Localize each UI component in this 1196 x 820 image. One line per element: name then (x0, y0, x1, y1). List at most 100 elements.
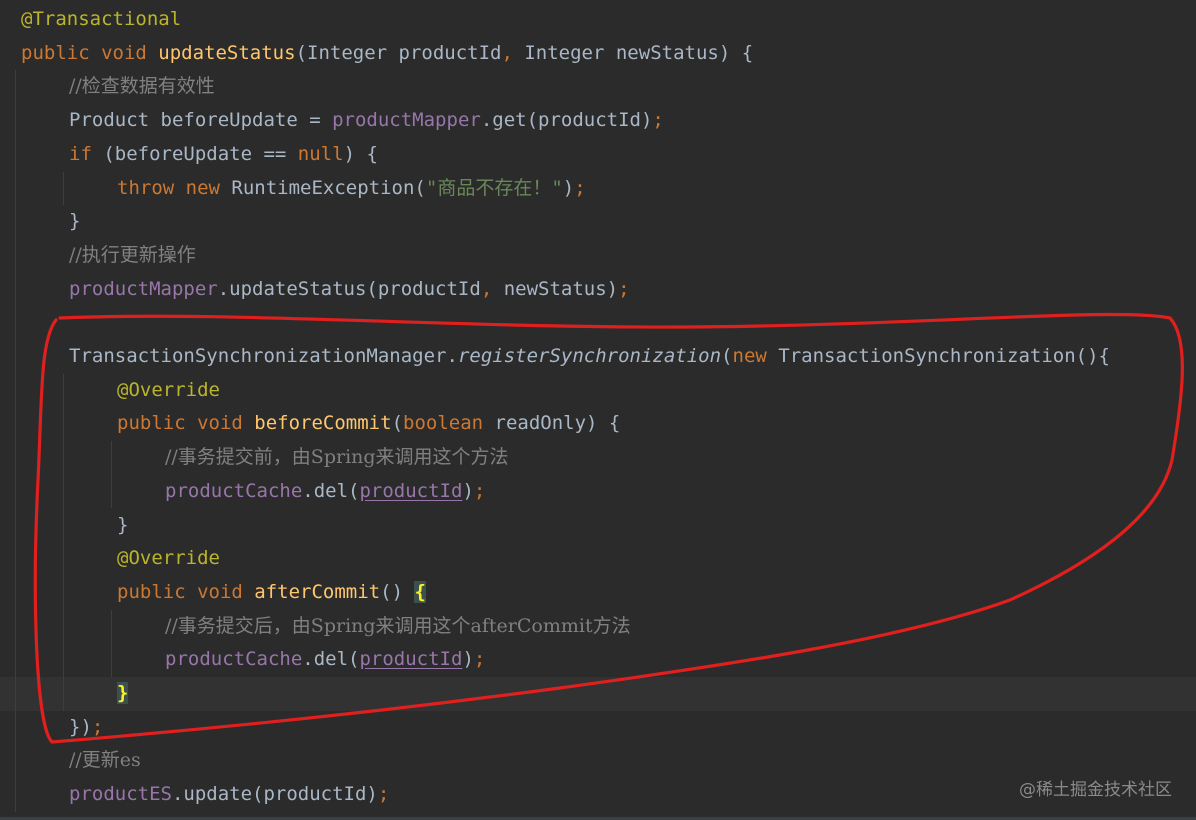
code-line-content: public void updateStatus(Integer product… (21, 37, 753, 71)
code-token: TransactionSynchronization(){ (778, 345, 1110, 367)
code-line[interactable]: } (0, 677, 1196, 711)
code-line-content: //事务提交前，由Spring来调用这个方法 (165, 441, 509, 475)
code-token: , (480, 277, 504, 300)
code-line[interactable]: } (0, 509, 1196, 543)
code-line[interactable]: //事务提交后，由Spring来调用这个afterCommit方法 (0, 610, 1196, 644)
code-line-content: //事务提交后，由Spring来调用这个afterCommit方法 (165, 610, 631, 644)
code-line[interactable]: @Override (0, 374, 1196, 408)
code-token: void (197, 580, 255, 603)
code-line[interactable]: TransactionSynchronizationManager.regist… (0, 340, 1196, 374)
code-token: throw (117, 176, 186, 199)
code-line[interactable]: productCache.del(productId); (0, 643, 1196, 677)
code-token: @Override (117, 378, 220, 401)
code-line[interactable]: productCache.del(productId); (0, 475, 1196, 509)
code-token: beforeCommit (254, 412, 392, 435)
code-token: void (101, 41, 159, 64)
code-line[interactable]: public void updateStatus(Integer product… (0, 37, 1196, 71)
code-token: () (380, 580, 415, 603)
code-line[interactable]: public void afterCommit() { (0, 576, 1196, 610)
code-token: //事务提交后，由Spring来调用这个afterCommit方法 (165, 614, 631, 637)
code-token: ) (462, 479, 474, 502)
code-token: .del( (302, 648, 360, 671)
code-line[interactable]: //检查数据有效性 (0, 70, 1196, 104)
watermark: @稀土掘金技术社区 (1019, 780, 1172, 800)
code-line-content: throw new RuntimeException("商品不存在！"); (117, 172, 586, 206)
code-token: //检查数据有效性 (69, 75, 215, 98)
code-line-content: } (117, 677, 129, 711)
code-line[interactable]: }); (0, 711, 1196, 745)
indent-guide (15, 70, 16, 812)
code-token: , (501, 41, 525, 64)
indent-guide (63, 171, 64, 206)
code-token: (beforeUpdate == (103, 142, 298, 165)
code-token: new (185, 176, 232, 199)
indent-guide (63, 373, 64, 711)
code-token: ) { (343, 142, 378, 165)
code-token: afterCommit (254, 580, 381, 603)
code-token: //更新es (69, 749, 141, 772)
code-token: Product beforeUpdate = (69, 109, 333, 132)
code-token: readOnly) { (494, 412, 621, 435)
code-token: } (117, 513, 129, 536)
code-line-content: if (beforeUpdate == null) { (69, 138, 378, 172)
code-line-content: } (117, 509, 128, 543)
code-line-content: Product beforeUpdate = productMapper.get… (69, 104, 664, 138)
code-line[interactable]: productES.update(productId); (0, 778, 1196, 812)
code-token: if (69, 142, 104, 165)
code-token: .updateStatus(productId (217, 277, 481, 300)
code-line[interactable] (0, 306, 1196, 340)
code-line[interactable]: } (0, 205, 1196, 239)
indent-guide (111, 441, 112, 509)
code-line-content: productCache.del(productId); (165, 475, 485, 509)
code-token: }) (69, 715, 92, 738)
code-token: public (21, 41, 102, 64)
code-line-content: //更新es (69, 744, 141, 778)
code-token: newStatus) (503, 277, 619, 300)
code-line[interactable]: Product beforeUpdate = productMapper.get… (0, 104, 1196, 138)
code-line-content: //执行更新操作 (69, 239, 196, 273)
code-token: productCache (165, 648, 303, 671)
code-line[interactable]: //更新es (0, 744, 1196, 778)
code-line-content: } (69, 205, 80, 239)
code-line-content: //检查数据有效性 (69, 70, 215, 104)
code-token: ) (562, 176, 575, 199)
code-token: productMapper (332, 109, 481, 132)
code-token: updateStatus (158, 41, 296, 64)
code-line[interactable]: //执行更新操作 (0, 239, 1196, 273)
code-token: ( (391, 412, 404, 435)
code-line[interactable]: if (beforeUpdate == null) { (0, 138, 1196, 172)
code-token: productId (359, 479, 463, 502)
code-line[interactable]: productMapper.updateStatus(productId, ne… (0, 273, 1196, 307)
code-token: productCache (165, 479, 303, 502)
code-token: null (297, 142, 344, 165)
code-token: .del( (302, 479, 360, 502)
code-line-content: public void beforeCommit(boolean readOnl… (117, 407, 620, 441)
code-line[interactable]: //事务提交前，由Spring来调用这个方法 (0, 441, 1196, 475)
code-line[interactable]: @Override (0, 542, 1196, 576)
code-editor[interactable]: @Transactional public void updateStatus(I… (0, 0, 1196, 820)
code-token: //执行更新操作 (69, 243, 196, 266)
code-token: ; (377, 783, 390, 806)
code-line-content: productCache.del(productId); (165, 643, 485, 677)
code-line-content: }); (69, 711, 103, 745)
code-line[interactable]: @Transactional (0, 3, 1196, 37)
code-token: } (69, 210, 81, 233)
code-token: productId (359, 648, 463, 671)
code-token: new (732, 345, 779, 367)
code-token: @Override (117, 547, 220, 570)
code-token: void (197, 412, 255, 435)
code-token: .get(productId) (480, 109, 653, 132)
code-token: ; (652, 109, 664, 132)
code-line[interactable]: public void beforeCommit(boolean readOnl… (0, 407, 1196, 441)
code-line[interactable]: throw new RuntimeException("商品不存在！"); (0, 172, 1196, 206)
code-token: RuntimeException( (231, 176, 426, 199)
code-token: public (117, 412, 198, 435)
code-token: .update(productId) (171, 783, 378, 806)
code-token: ; (574, 176, 586, 199)
code-token: ( (721, 345, 733, 367)
indent-guide (111, 609, 112, 677)
code-token: TransactionSynchronizationManager. (69, 345, 458, 367)
code-token: ; (473, 479, 486, 502)
code-token: //事务提交前，由Spring来调用这个方法 (165, 446, 509, 469)
code-token: "商品不存在！" (425, 176, 563, 199)
